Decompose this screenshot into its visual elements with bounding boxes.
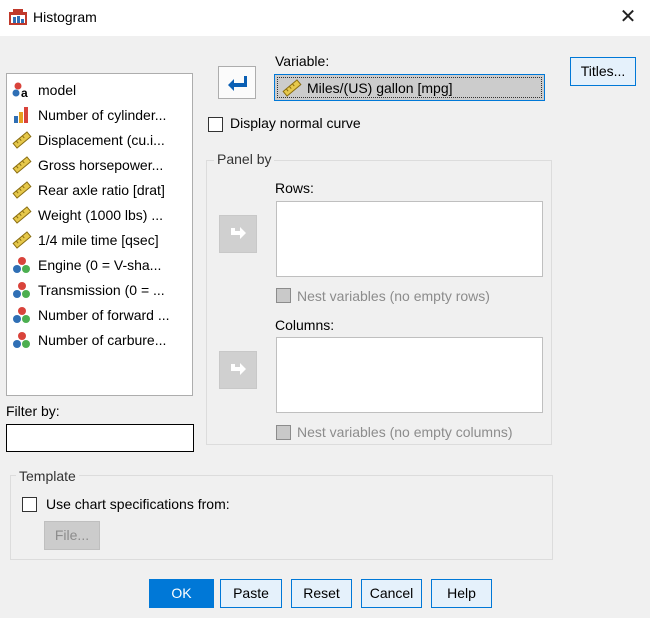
- nominal-icon: [13, 332, 30, 348]
- nest-columns-checkbox[interactable]: [276, 425, 291, 440]
- app-icon: [9, 9, 27, 25]
- move-variable-button[interactable]: [218, 66, 256, 99]
- list-item[interactable]: Number of carbure...: [12, 329, 190, 351]
- list-item[interactable]: a model: [12, 79, 190, 101]
- reset-button[interactable]: Reset: [291, 579, 352, 608]
- list-item[interactable]: Engine (0 = V-sha...: [12, 254, 190, 276]
- list-item[interactable]: Number of cylinder...: [12, 104, 190, 126]
- use-chart-spec-label[interactable]: Use chart specifications from:: [46, 496, 230, 512]
- nest-rows-label: Nest variables (no empty rows): [297, 288, 490, 304]
- ok-button[interactable]: OK: [149, 579, 214, 608]
- cancel-button[interactable]: Cancel: [361, 579, 422, 608]
- window-title: Histogram: [33, 9, 97, 25]
- list-item-label: model: [38, 82, 77, 98]
- list-item-label: Displacement (cu.i...: [38, 132, 165, 148]
- svg-text:a: a: [21, 86, 28, 99]
- list-item-label: Transmission (0 = ...: [38, 282, 165, 298]
- rows-label: Rows:: [275, 180, 314, 196]
- template-legend: Template: [16, 468, 79, 484]
- scale-ruler-icon: [12, 206, 32, 224]
- move-columns-button[interactable]: [219, 351, 257, 389]
- list-item[interactable]: Displacement (cu.i...: [12, 129, 190, 151]
- scale-ruler-icon: [12, 181, 32, 199]
- list-item-label: 1/4 mile time [qsec]: [38, 232, 159, 248]
- use-chart-spec-checkbox[interactable]: [22, 497, 37, 512]
- paste-button[interactable]: Paste: [220, 579, 282, 608]
- filter-label: Filter by:: [6, 403, 60, 419]
- arrow-right-icon: [231, 227, 246, 239]
- nominal-icon: [13, 307, 30, 323]
- scale-ruler-icon: [12, 231, 32, 249]
- display-normal-curve-label[interactable]: Display normal curve: [230, 115, 361, 131]
- variable-field[interactable]: Miles/(US) gallon [mpg]: [274, 74, 545, 101]
- close-icon[interactable]: ✕: [614, 6, 642, 30]
- display-normal-curve-checkbox[interactable]: [208, 117, 223, 132]
- scale-ruler-icon: [12, 156, 32, 174]
- list-item[interactable]: Transmission (0 = ...: [12, 279, 190, 301]
- move-rows-button[interactable]: [219, 215, 257, 253]
- titles-button-label: Titles...: [580, 63, 626, 79]
- columns-label: Columns:: [275, 317, 335, 333]
- list-item[interactable]: Rear axle ratio [drat]: [12, 179, 190, 201]
- variable-list[interactable]: a model Number of cylinder... Displacement …: [6, 73, 193, 396]
- help-button[interactable]: Help: [431, 579, 492, 608]
- list-item-label: Engine (0 = V-sha...: [38, 257, 162, 273]
- variable-label: Variable:: [275, 53, 330, 69]
- list-item-label: Number of cylinder...: [38, 107, 167, 123]
- list-item-label: Number of carbure...: [38, 332, 167, 348]
- file-button[interactable]: File...: [44, 521, 100, 550]
- nest-columns-label: Nest variables (no empty columns): [297, 424, 513, 440]
- file-button-label: File...: [54, 527, 90, 543]
- arrow-left-icon: [228, 76, 247, 91]
- filter-label-text: Filter by:: [6, 403, 60, 419]
- arrow-right-icon: [231, 363, 246, 375]
- nominal-icon: [13, 282, 30, 298]
- ordinal-icon: [14, 107, 28, 123]
- filter-input[interactable]: [6, 424, 194, 452]
- list-item[interactable]: Weight (1000 lbs) ...: [12, 204, 190, 226]
- variable-value: Miles/(US) gallon [mpg]: [307, 79, 453, 96]
- nest-rows-checkbox[interactable]: [276, 288, 291, 303]
- panel-by-legend: Panel by: [214, 151, 275, 167]
- list-item-label: Gross horsepower...: [38, 157, 164, 173]
- list-item-label: Rear axle ratio [drat]: [38, 182, 165, 198]
- scale-ruler-icon: [282, 78, 302, 97]
- list-item[interactable]: 1/4 mile time [qsec]: [12, 229, 190, 251]
- nominal-string-icon: a: [12, 82, 28, 99]
- list-item[interactable]: Number of forward ...: [12, 304, 190, 326]
- scale-ruler-icon: [12, 131, 32, 149]
- list-item-label: Weight (1000 lbs) ...: [38, 207, 164, 223]
- columns-field[interactable]: [276, 337, 543, 413]
- nominal-icon: [13, 257, 30, 273]
- title-bar: [0, 0, 650, 36]
- titles-button[interactable]: Titles...: [570, 57, 636, 86]
- rows-field[interactable]: [276, 201, 543, 277]
- list-item[interactable]: Gross horsepower...: [12, 154, 190, 176]
- list-item-label: Number of forward ...: [38, 307, 170, 323]
